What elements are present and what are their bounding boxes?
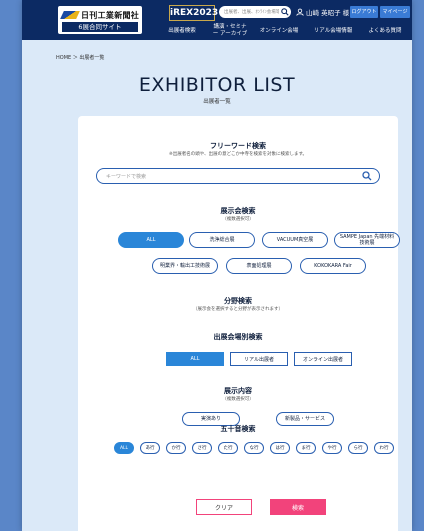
exhibition-note: （複数選択可） xyxy=(222,217,254,222)
search-icon[interactable] xyxy=(279,6,291,18)
kana-option-all[interactable]: ALL xyxy=(114,442,134,454)
logo-subtitle: 6展合同サイト xyxy=(62,22,138,32)
logo-mark-icon xyxy=(60,11,80,19)
venue-option-all[interactable]: ALL xyxy=(166,352,224,366)
kana-option-sa[interactable]: さ行 xyxy=(192,442,212,454)
user-icon xyxy=(296,8,304,16)
exhibition-option-export[interactable]: 明業界・輸出工技術展 xyxy=(152,258,218,274)
exhibition-title: 展示会検索 xyxy=(220,207,256,215)
venue-title: 出展会場別検索 xyxy=(213,333,263,341)
logo-name: 日刊工業新聞社 xyxy=(81,10,140,20)
search-icon[interactable] xyxy=(359,170,375,182)
site-header: 日刊工業新聞社 6展合同サイト iREX2023 出展者、出展、ｵﾝﾗｲﾝ会場等… xyxy=(22,0,412,40)
kana-option-ta[interactable]: た行 xyxy=(218,442,238,454)
clear-button[interactable]: クリア xyxy=(196,499,252,515)
exhibition-option-kokokara[interactable]: KOKOKARA Fair xyxy=(300,258,366,274)
freeword-note: ※出展者名の頭や、出展の意どこか中寺を検索を対象に検索します。 xyxy=(168,152,308,157)
site-logo[interactable]: 日刊工業新聞社 6展合同サイト xyxy=(58,6,142,34)
content-title: 展示内容 xyxy=(224,387,252,395)
kana-option-na[interactable]: な行 xyxy=(244,442,264,454)
nav-real-venue[interactable]: リアル会場情報 xyxy=(308,28,358,42)
nav-online-venue[interactable]: オンライン会場 xyxy=(254,28,304,42)
header-search-input[interactable]: 出展者、出展、ｵﾝﾗｲﾝ会場等 xyxy=(219,6,291,18)
search-panel: フリーワード検索 ※出展者名の頭や、出展の意どこか中寺を検索を対象に検索します。… xyxy=(78,116,400,531)
event-badge[interactable]: iREX2023 xyxy=(169,5,218,21)
keyword-placeholder: キーワードで検索 xyxy=(106,173,147,180)
venue-option-real[interactable]: リアル出展者 xyxy=(230,352,288,366)
mypage-button[interactable]: マイページ xyxy=(380,6,410,18)
kana-option-ya[interactable]: や行 xyxy=(322,442,342,454)
exhibition-option-surface[interactable]: 表面処理展 xyxy=(226,258,292,274)
freeword-title: フリーワード検索 xyxy=(210,142,266,150)
exhibition-option-all[interactable]: ALL xyxy=(118,232,184,248)
user-account[interactable]: 山崎 英昭子 様 xyxy=(296,7,349,17)
kana-option-ra[interactable]: ら行 xyxy=(348,442,368,454)
nav-seminar-archive[interactable]: 講演・セミナー アーカイブ xyxy=(212,24,248,38)
breadcrumb: HOME ＞ 出展者一覧 xyxy=(56,55,105,61)
logout-button[interactable]: ログアウト xyxy=(350,6,378,18)
exhibition-option-cleaning[interactable]: 洗浄総合展 xyxy=(189,232,255,248)
content-note: （複数選択可） xyxy=(222,397,254,402)
page-subtitle: 出展者一覧 xyxy=(203,99,231,105)
exhibition-option-vacuum[interactable]: VACUUM真空展 xyxy=(262,232,328,248)
field-title: 分野検索 xyxy=(224,297,252,305)
nav-exhibitor-search[interactable]: 出展者検索 xyxy=(162,28,202,42)
kana-option-ma[interactable]: ま行 xyxy=(296,442,316,454)
user-name: 山崎 英昭子 様 xyxy=(306,9,350,17)
field-note: （展示会を選択すると分野が表示されます） xyxy=(193,307,283,312)
page-title: EXHIBITOR LIST xyxy=(138,74,296,96)
kana-option-ka[interactable]: か行 xyxy=(166,442,186,454)
kana-option-wa[interactable]: わ行 xyxy=(374,442,394,454)
header-search-placeholder: 出展者、出展、ｵﾝﾗｲﾝ会場等 xyxy=(224,10,279,15)
exhibition-option-sampe[interactable]: SAMPE Japan 先端材料技術展 xyxy=(334,232,400,248)
venue-option-online[interactable]: オンライン出展者 xyxy=(294,352,352,366)
kana-title: 五十音検索 xyxy=(220,425,256,433)
browser-page: 日刊工業新聞社 6展合同サイト iREX2023 出展者、出展、ｵﾝﾗｲﾝ会場等… xyxy=(22,0,412,531)
keyword-search-input[interactable]: キーワードで検索 xyxy=(96,168,380,184)
kana-option-a[interactable]: あ行 xyxy=(140,442,160,454)
nav-faq[interactable]: よくある質問 xyxy=(360,28,410,42)
kana-option-ha[interactable]: は行 xyxy=(270,442,290,454)
search-button[interactable]: 検索 xyxy=(270,499,326,515)
